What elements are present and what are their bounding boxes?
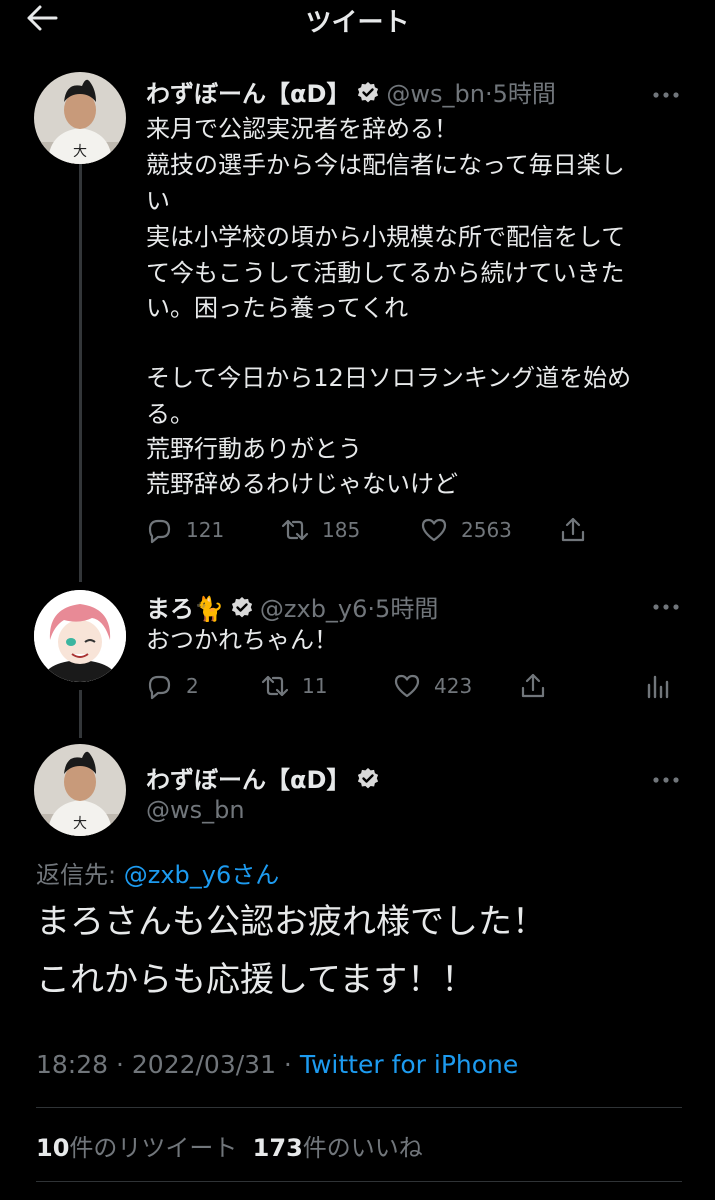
display-name[interactable]: まろ🐈: [146, 595, 224, 623]
avatar[interactable]: 大: [34, 744, 126, 836]
tweet-time[interactable]: 5時間: [493, 80, 556, 108]
reply-icon: [148, 675, 171, 700]
avatar[interactable]: 大: [34, 72, 126, 164]
reply-action[interactable]: 121: [144, 515, 224, 545]
tweet-text-line: 実は小学校の頃から小規模な所で配信をして: [146, 223, 626, 251]
divider: [36, 1107, 682, 1108]
retweet-count: 11: [302, 674, 328, 698]
reply-icon: [148, 519, 171, 544]
thread-line: [79, 690, 82, 738]
reply-to-mention[interactable]: @zxb_y6さん: [124, 861, 280, 889]
retweet-action[interactable]: 11: [260, 671, 327, 701]
separator-dot: ·: [367, 595, 376, 623]
tweet-text-line: 荒野辞めるわけじゃないけど: [146, 470, 458, 498]
page-title: ツイート: [305, 8, 410, 38]
tweet-text-line: そして今日から12日ソロランキング道を始め: [146, 364, 632, 392]
verified-badge-icon: [230, 596, 254, 620]
avatar[interactable]: [34, 590, 126, 682]
analytics-action[interactable]: [642, 671, 672, 701]
heart-icon: [421, 518, 447, 542]
retweet-icon: [281, 519, 309, 541]
tweet-header: わずぼーん【αD】 @ws_bn·5時間: [146, 74, 556, 109]
like-stat[interactable]: 173件のいいね: [253, 1134, 423, 1162]
display-name[interactable]: わずぼーん【αD】: [146, 766, 350, 794]
like-count: 423: [434, 674, 473, 698]
reply-count: 121: [186, 518, 225, 542]
retweet-count: 185: [322, 518, 361, 542]
svg-text:大: 大: [73, 816, 87, 832]
like-action[interactable]: 2563: [419, 515, 512, 545]
svg-text:大: 大: [73, 144, 87, 160]
reply-count: 2: [186, 674, 199, 698]
tweet-metadata: 18:28 · 2022/03/31 · Twitter for iPhone: [36, 1050, 518, 1079]
share-action[interactable]: [518, 671, 548, 701]
author-name-row: わずぼーん【αD】: [146, 760, 386, 795]
retweet-action[interactable]: 185: [280, 515, 360, 545]
engagement-stats: 10件のリツイート 173件のいいね: [36, 1128, 423, 1163]
user-handle[interactable]: @ws_bn: [386, 80, 485, 108]
tweet-client[interactable]: Twitter for iPhone: [300, 1050, 518, 1079]
separator-dot: ·: [485, 80, 493, 108]
tweet-text-line: 競技の選手から今は配信者になって毎日楽し: [146, 151, 625, 179]
tweet-text-line: い。困ったら養ってくれ: [146, 294, 409, 322]
tweet-text-line: おつかれちゃん！: [146, 626, 338, 654]
share-action[interactable]: [558, 515, 588, 545]
tweet-text-line: 荒野行動ありがとう: [146, 435, 362, 463]
reply-context: 返信先: @zxb_y6さん: [36, 855, 279, 890]
tweet-header: まろ🐈 @zxb_y6·5時間: [146, 589, 438, 624]
thread-line: [79, 162, 82, 582]
tweet-text-line: る。: [146, 400, 194, 428]
tweet-text-line: て今もこうして活動してるから続けていきた: [146, 259, 625, 287]
more-options-icon[interactable]: [652, 597, 682, 610]
reply-action[interactable]: 2: [144, 671, 199, 701]
tweet-text-line: 来月で公認実況者を辞める！: [146, 115, 458, 143]
analytics-icon: [647, 675, 669, 699]
share-icon: [521, 673, 545, 698]
divider: [36, 1181, 682, 1182]
main-tweet-text-line: これからも応援してます！！: [36, 960, 476, 1000]
retweet-icon: [261, 675, 289, 697]
retweet-stat[interactable]: 10件のリツイート: [36, 1134, 237, 1162]
verified-badge-icon: [356, 767, 380, 791]
user-handle[interactable]: @ws_bn: [146, 796, 245, 824]
main-tweet-text-line: まろさんも公認お疲れ様でした！: [36, 902, 546, 942]
like-count: 2563: [461, 518, 512, 542]
share-icon: [561, 517, 585, 542]
tweet-text-line: い: [146, 187, 170, 215]
display-name[interactable]: わずぼーん【αD】: [146, 80, 350, 108]
verified-badge-icon: [356, 81, 380, 105]
top-bar: ツイート: [0, 0, 715, 38]
reply-to-label: 返信先:: [36, 861, 124, 889]
user-handle[interactable]: @zxb_y6: [260, 595, 368, 623]
more-options-icon[interactable]: [652, 85, 682, 98]
heart-icon: [394, 674, 420, 698]
tweet-time[interactable]: 5時間: [375, 595, 438, 623]
more-options-icon[interactable]: [652, 770, 682, 783]
like-action[interactable]: 423: [392, 671, 472, 701]
tweet-timestamp[interactable]: 18:28 · 2022/03/31 ·: [36, 1050, 300, 1079]
